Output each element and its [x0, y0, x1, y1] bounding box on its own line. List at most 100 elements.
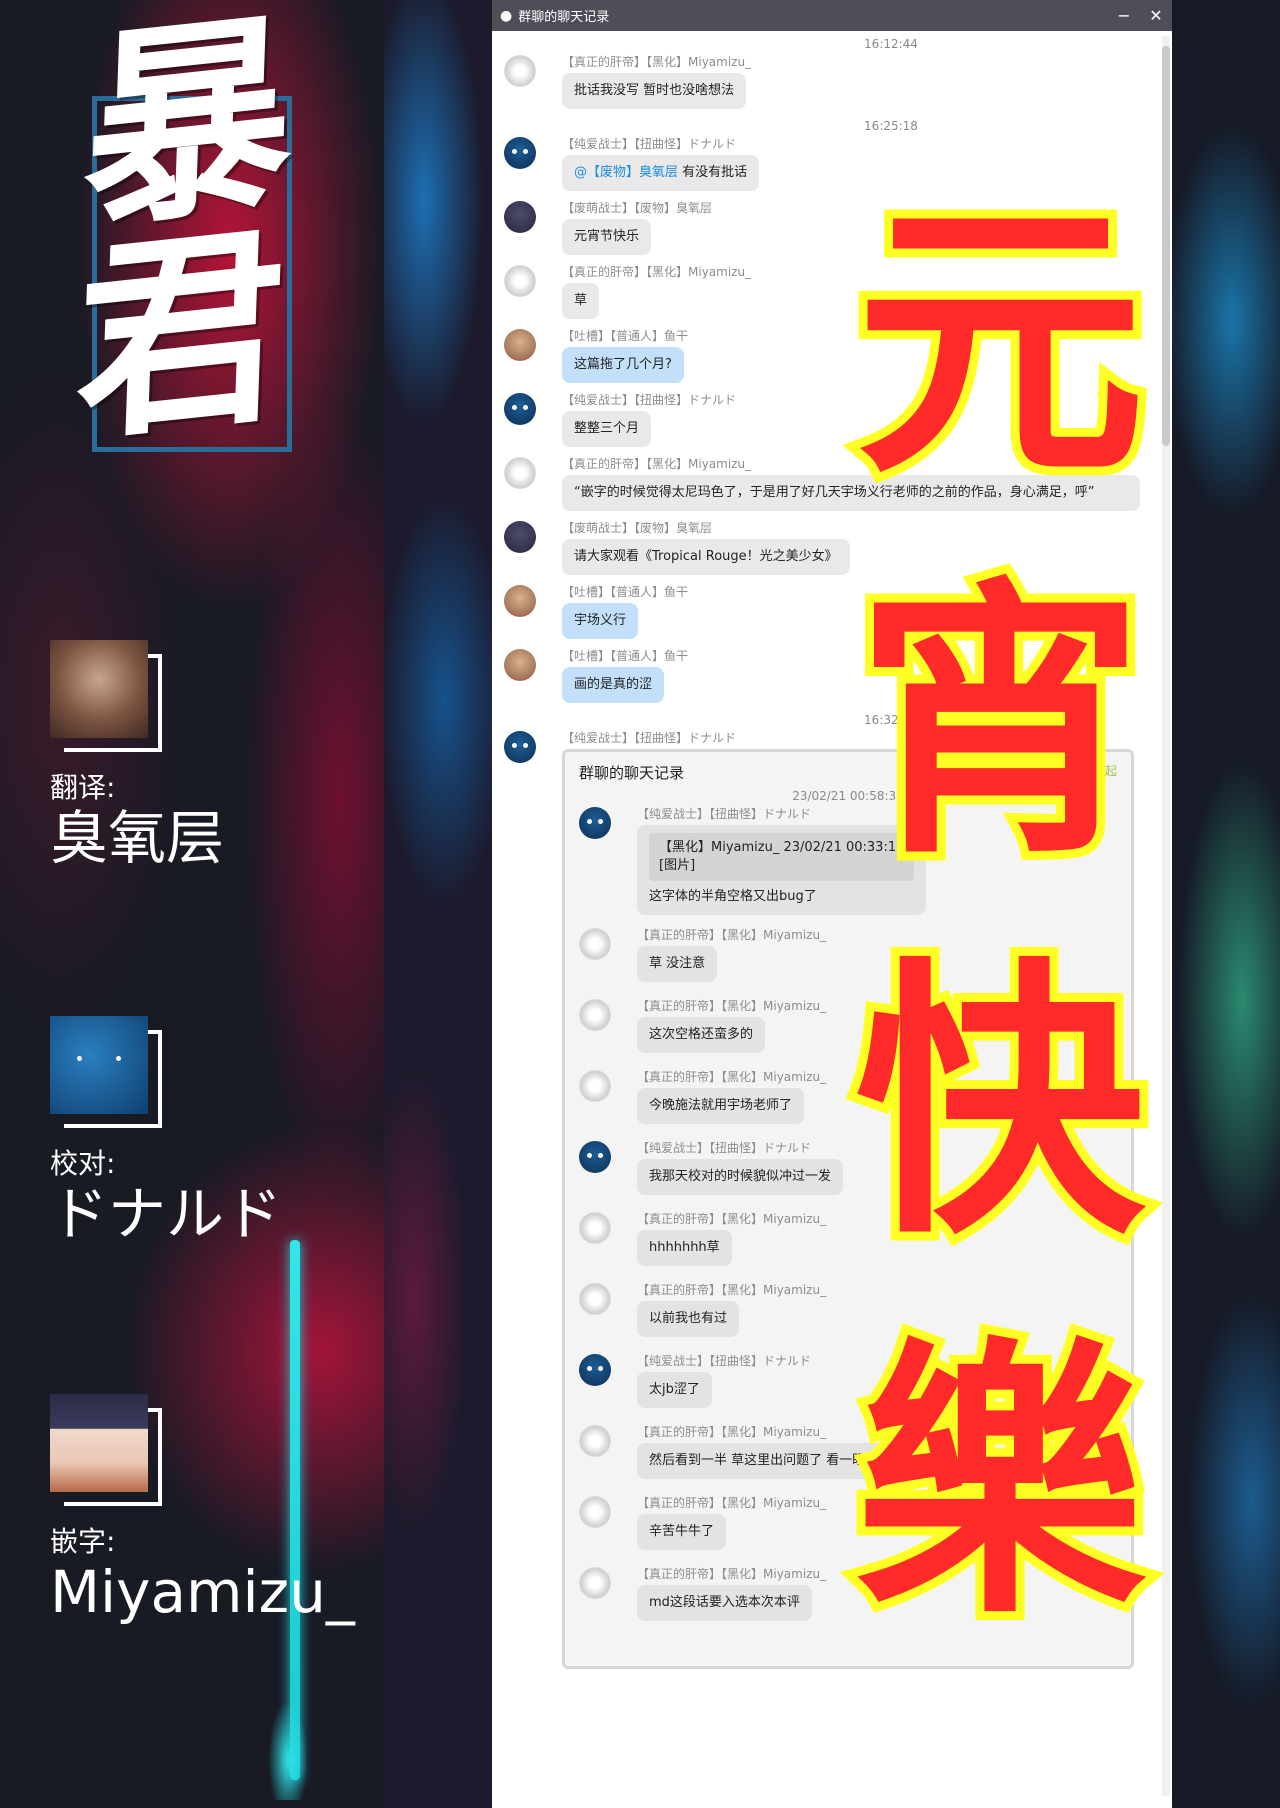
sender-meta: 【真正的肝帝】【黑化】Miyamizu_: [637, 928, 827, 942]
credit-avatar-frame: [50, 1016, 162, 1128]
list-item: 【纯爱战士】【扭曲怪】ドナルド @【废物】臭氧层 有没有批话: [504, 135, 1158, 191]
message-bubble[interactable]: 这篇拖了几个月?: [562, 347, 684, 383]
sender-meta: 【真正的肝帝】【黑化】Miyamizu_: [637, 1283, 827, 1297]
robot-icon: [511, 149, 529, 155]
collapse-button[interactable]: 收起: [1093, 762, 1117, 783]
message-bubble[interactable]: hhhhhhh草: [637, 1230, 732, 1266]
frame-bracket: [148, 1030, 162, 1128]
timestamp: 16:25:18: [864, 119, 918, 133]
group-logo: 暴君: [72, 0, 288, 471]
avatar[interactable]: [504, 265, 536, 297]
sender-meta: 【真正的肝帝】【黑化】Miyamizu_: [637, 1425, 827, 1439]
list-item: 【真正的肝帝】【黑化】Miyamizu_ 辛苦牛牛了: [579, 1494, 1121, 1554]
list-item: 【真正的肝帝】【黑化】Miyamizu_ 批话我没写 暂时也没啥想法: [504, 53, 1158, 109]
avatar[interactable]: [504, 393, 536, 425]
frame-bracket: [148, 1408, 162, 1506]
message-bubble[interactable]: 元宵节快乐: [562, 219, 652, 255]
close-button[interactable]: ✕: [1140, 6, 1172, 25]
avatar: [50, 1016, 148, 1114]
avatar[interactable]: [504, 731, 536, 763]
sender-meta: 【纯爱战士】【扭曲怪】ドナルド: [637, 807, 812, 821]
avatar[interactable]: [504, 329, 536, 361]
list-item: 【吐槽】【普通人】鱼干 画的是真的涩: [504, 647, 1158, 703]
message-bubble[interactable]: 【黑化】Miyamizu_ 23/02/21 00:33:11 [图片] 这字体…: [637, 825, 927, 915]
credit-name: Miyamizu_: [50, 1558, 355, 1626]
avatar[interactable]: [579, 1425, 611, 1457]
quote-body: [图片]: [659, 858, 696, 873]
avatar[interactable]: [579, 1212, 611, 1244]
sender-meta: 【纯爱战士】【扭曲怪】ドナルド: [562, 393, 737, 407]
avatar[interactable]: [504, 521, 536, 553]
list-item: 【真正的肝帝】【黑化】Miyamizu_ 然后看到一半 草这里出问题了 看一眼页…: [579, 1423, 1121, 1483]
avatar[interactable]: [579, 807, 611, 839]
minimize-button[interactable]: −: [1108, 6, 1140, 25]
sender-meta: 【纯爱战士】【扭曲怪】ドナルド: [562, 731, 737, 745]
credit-name: 臭氧层: [50, 804, 225, 872]
message-bubble[interactable]: 以前我也有过: [637, 1301, 740, 1337]
message-bubble[interactable]: “嵌字的时候觉得太尼玛色了，于是用了好几天宇场义行老师的之前的作品，身心满足，呼…: [562, 475, 1140, 511]
forwarded-chat-record[interactable]: 群聊的聊天记录 收起 23/02/21 00:58:32 【纯爱战士】【扭曲怪】…: [562, 749, 1134, 1669]
list-item: 【废萌战士】【废物】臭氧层 请大家观看《Tropical Rouge！光之美少女…: [504, 519, 1158, 575]
frame-bracket: [148, 654, 162, 752]
sender-meta: 【纯爱战士】【扭曲怪】ドナルド: [562, 137, 737, 151]
list-item: 【真正的肝帝】【黑化】Miyamizu_ 草 没注意: [579, 926, 1121, 986]
list-item: 【真正的肝帝】【黑化】Miyamizu_ 以前我也有过: [579, 1281, 1121, 1341]
sender-meta: 【废萌战士】【废物】臭氧层: [562, 201, 713, 215]
credit-name: ドナルド: [50, 1180, 283, 1248]
avatar[interactable]: [504, 201, 536, 233]
message-bubble[interactable]: md这段话要入选本次本评: [637, 1585, 812, 1621]
list-item: 【真正的肝帝】【黑化】Miyamizu_ hhhhhhh草: [579, 1210, 1121, 1270]
timestamp: 16:12:44: [864, 37, 918, 51]
avatar[interactable]: [504, 55, 536, 87]
robot-icon: [511, 405, 529, 411]
avatar[interactable]: [579, 1070, 611, 1102]
mention-link[interactable]: @【废物】臭氧层: [574, 165, 678, 180]
message-bubble[interactable]: 今晚施法就用宇场老师了: [637, 1088, 805, 1124]
penguin-icon: ●: [500, 7, 513, 24]
sender-meta: 【纯爱战士】【扭曲怪】ドナルド: [637, 1141, 812, 1155]
window-titlebar[interactable]: ● 群聊的聊天记录 − ✕: [492, 0, 1172, 31]
avatar[interactable]: [504, 649, 536, 681]
sender-meta: 【真正的肝帝】【黑化】Miyamizu_: [637, 1567, 827, 1581]
credit-role: 校对:: [50, 1147, 116, 1180]
avatar[interactable]: [579, 1567, 611, 1599]
message-bubble[interactable]: 辛苦牛牛了: [637, 1514, 727, 1550]
message-bubble[interactable]: 草 没注意: [637, 946, 718, 982]
message-bubble[interactable]: 整整三个月: [562, 411, 652, 447]
message-bubble[interactable]: 太jb涩了: [637, 1372, 712, 1408]
message-bubble[interactable]: 我那天校对的时候貌似冲过一发: [637, 1159, 844, 1195]
list-item: 【纯爱战士】【扭曲怪】ドナルド 我那天校对的时候貌似冲过一发: [579, 1139, 1121, 1199]
chat-history-window: ● 群聊的聊天记录 − ✕ 16:12:44 【真正的肝帝】【黑化】Miyami…: [492, 0, 1172, 1808]
avatar[interactable]: [579, 1496, 611, 1528]
avatar[interactable]: [579, 1283, 611, 1315]
list-item: 【真正的肝帝】【黑化】Miyamizu_ 今晚施法就用宇场老师了: [579, 1068, 1121, 1128]
message-bubble[interactable]: 草: [562, 283, 600, 319]
avatar[interactable]: [579, 1141, 611, 1173]
message-bubble[interactable]: 然后看到一半 草这里出问题了 看一眼页码 继续: [637, 1443, 934, 1479]
avatar[interactable]: [504, 457, 536, 489]
message-bubble[interactable]: 批话我没写 暂时也没啥想法: [562, 73, 747, 109]
robot-icon: [586, 819, 604, 825]
quoted-message[interactable]: 【黑化】Miyamizu_ 23/02/21 00:33:11 [图片]: [649, 833, 915, 881]
list-item: 【废萌战士】【废物】臭氧层 元宵节快乐: [504, 199, 1158, 255]
robot-icon: [586, 1153, 604, 1159]
list-item: 【吐槽】【普通人】鱼干 宇场义行: [504, 583, 1158, 639]
message-bubble[interactable]: 这次空格还蛮多的: [637, 1017, 766, 1053]
list-item: 【纯爱战士】【扭曲怪】ドナルド 太jb涩了: [579, 1352, 1121, 1412]
avatar[interactable]: [579, 999, 611, 1031]
credit-proofreader: 校对: ドナルド: [50, 1016, 370, 1246]
credit-role: 嵌字:: [50, 1525, 116, 1558]
avatar[interactable]: [504, 137, 536, 169]
message-bubble[interactable]: 请大家观看《Tropical Rouge！光之美少女》: [562, 539, 850, 575]
avatar[interactable]: [579, 1354, 611, 1386]
avatar[interactable]: [504, 585, 536, 617]
timestamp: 16:32:04: [864, 713, 918, 727]
message-bubble[interactable]: 宇场义行: [562, 603, 639, 639]
message-bubble[interactable]: @【废物】臭氧层 有没有批话: [562, 155, 760, 191]
avatar[interactable]: [579, 928, 611, 960]
sender-meta: 【真正的肝帝】【黑化】Miyamizu_: [637, 1212, 827, 1226]
middle-background: [384, 0, 492, 1808]
message-bubble[interactable]: 画的是真的涩: [562, 667, 665, 703]
list-item: 【真正的肝帝】【黑化】Miyamizu_ 草: [504, 263, 1158, 319]
list-item: 【真正的肝帝】【黑化】Miyamizu_ 这次空格还蛮多的: [579, 997, 1121, 1057]
